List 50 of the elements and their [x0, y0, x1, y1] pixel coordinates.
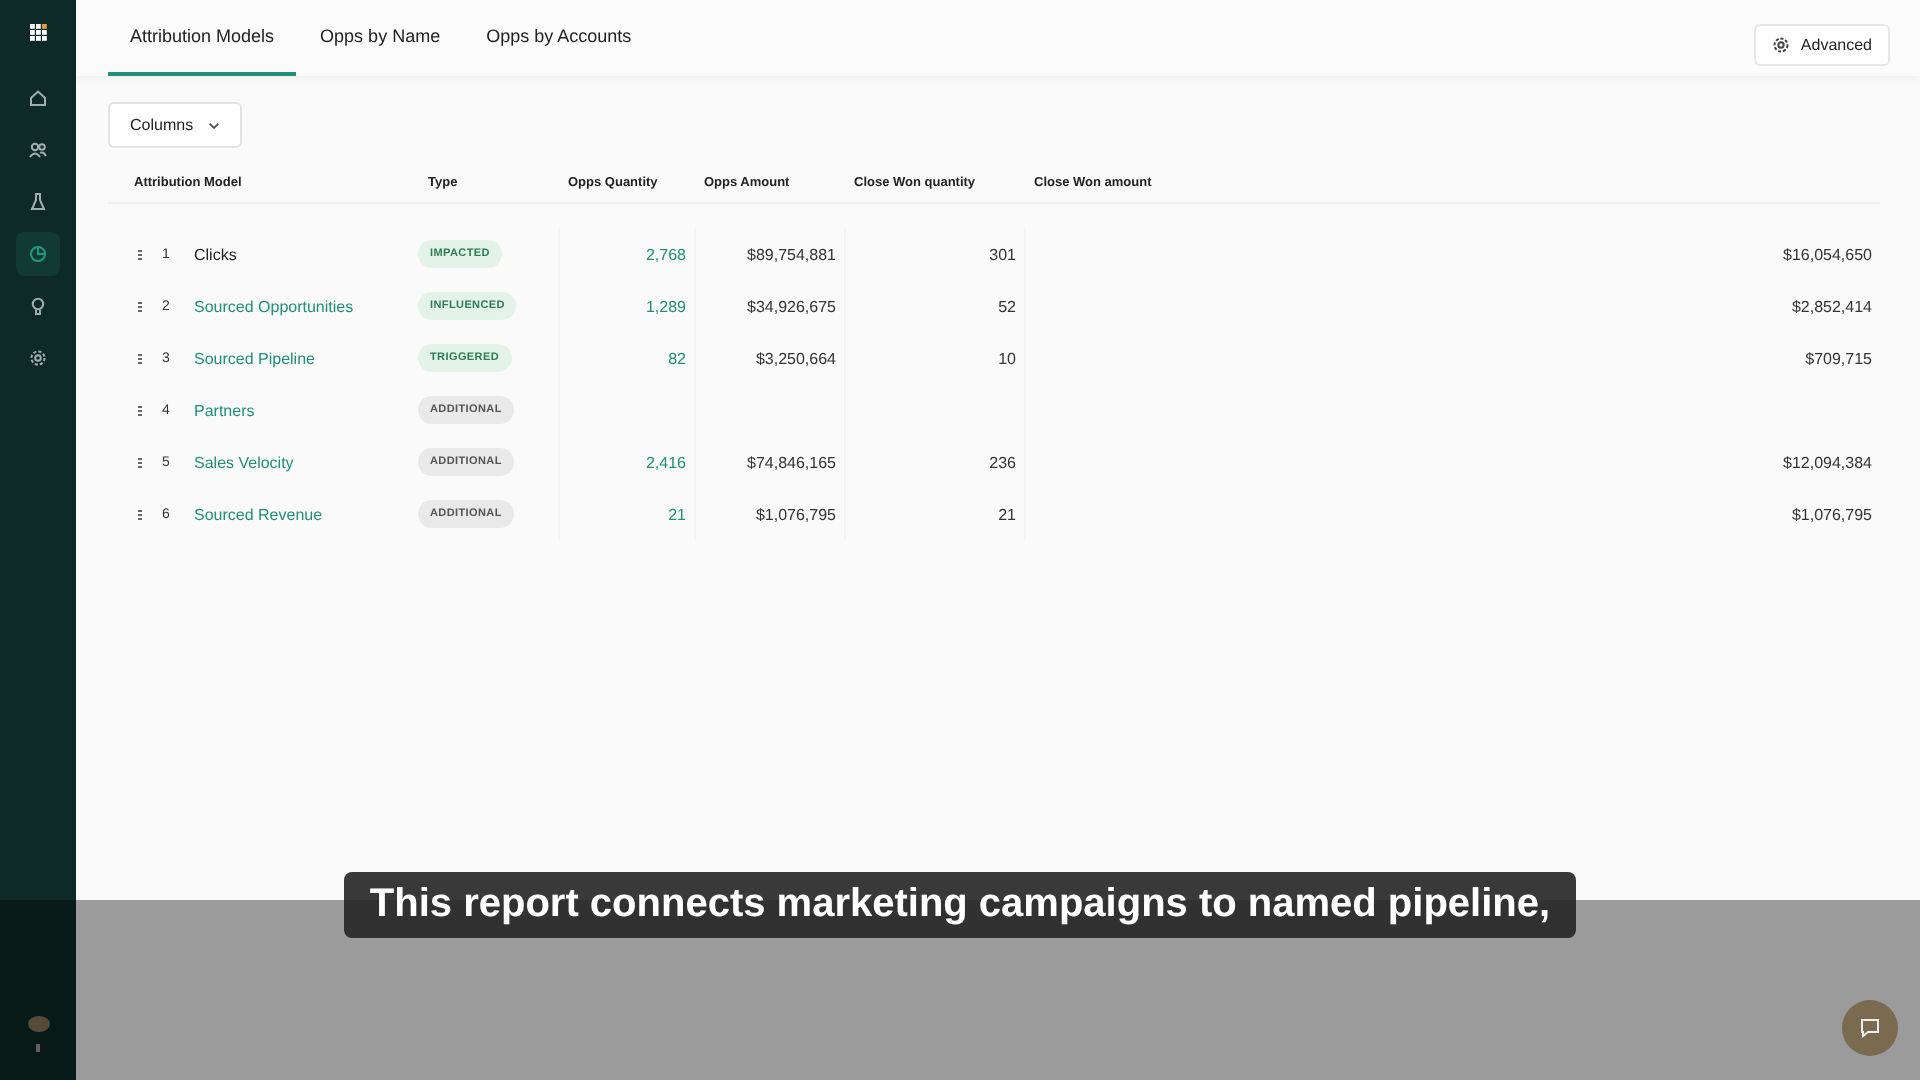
table-cell: $3,250,664 [755, 349, 836, 367]
tab[interactable]: Opps by Name [298, 0, 463, 76]
grid-logo-icon[interactable] [29, 24, 47, 42]
settings-icon [1772, 36, 1791, 54]
drag-handle-icon[interactable] [138, 301, 142, 311]
subtitle-caption: This report connects marketing campaigns to named pipeline, [344, 872, 1576, 938]
nav-item[interactable] [16, 232, 60, 276]
model-link[interactable]: Partners [194, 401, 255, 419]
quantity-link[interactable]: 21 [668, 505, 686, 523]
flask-icon [28, 192, 48, 212]
table-cell: 10 [998, 349, 1016, 367]
tab[interactable]: Opps by Accounts [464, 0, 654, 76]
columns-dropdown[interactable]: Columns [108, 102, 242, 148]
quantity-link[interactable]: 1,289 [645, 297, 686, 315]
tab[interactable]: Attribution Models [108, 0, 297, 76]
chat-button[interactable] [1842, 1000, 1898, 1056]
table-cell: 52 [998, 297, 1016, 315]
model-link[interactable]: Sourced Revenue [194, 505, 323, 523]
drag-handle-icon[interactable] [138, 509, 142, 519]
model-link[interactable]: Sourced Opportunities [194, 297, 354, 315]
table-cell: 21 [998, 505, 1016, 523]
quantity-link[interactable]: 2,416 [645, 453, 686, 471]
quantity-link[interactable]: 82 [668, 349, 686, 367]
drag-handle-icon[interactable] [138, 405, 142, 415]
table-cell: $89,754,881 [747, 245, 836, 263]
bulb-icon [28, 296, 48, 316]
table-cell: $1,076,795 [755, 505, 836, 523]
drag-handle-icon[interactable] [138, 249, 142, 259]
chevron-down-icon [207, 121, 220, 129]
table-cell: $16,054,650 [1783, 245, 1872, 263]
advanced-button[interactable]: Advanced [1754, 24, 1890, 66]
table-cell: $709,715 [1805, 349, 1872, 367]
pie-chart-icon [28, 244, 48, 264]
drag-handle-icon[interactable] [138, 457, 142, 467]
users-icon [28, 140, 48, 160]
model-name: Clicks [194, 245, 237, 263]
table-cell: 301 [989, 245, 1016, 263]
table-cell: 236 [989, 453, 1016, 471]
settings-icon [28, 348, 48, 368]
table-cell: $12,094,384 [1783, 453, 1872, 471]
table-cell: $2,852,414 [1791, 297, 1872, 315]
chat-icon [1858, 1016, 1882, 1040]
table-cell: $34,926,675 [747, 297, 836, 315]
table-cell: $74,846,165 [747, 453, 836, 471]
model-link[interactable]: Sourced Pipeline [194, 349, 315, 367]
drag-handle-icon[interactable] [138, 353, 142, 363]
model-link[interactable]: Sales Velocity [194, 453, 294, 471]
home-icon [28, 88, 48, 108]
table-cell: $1,076,795 [1791, 505, 1872, 523]
quantity-link[interactable]: 2,768 [645, 245, 686, 263]
